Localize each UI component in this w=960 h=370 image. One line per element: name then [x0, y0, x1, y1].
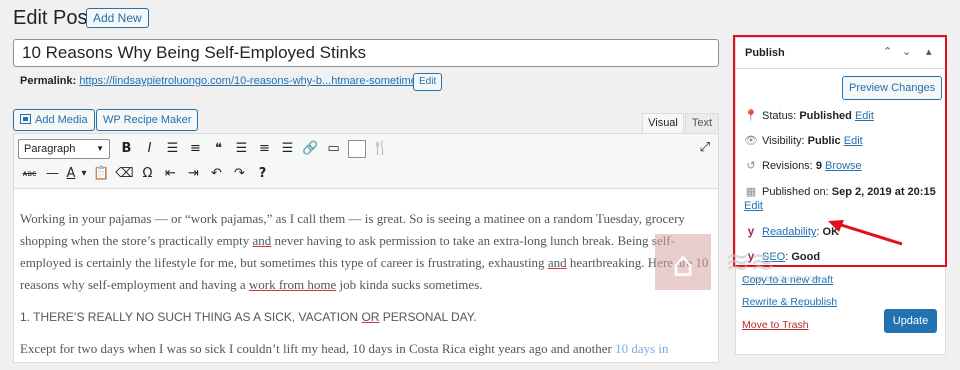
permalink-label: Permalink: [20, 75, 77, 87]
page-title: Edit Post [13, 7, 94, 29]
recipe-icon[interactable]: 🍴 [369, 138, 392, 160]
strikethrough-icon[interactable]: ᴀʙᴄ [18, 163, 41, 185]
clear-formatting-icon[interactable]: ⌫ [113, 163, 136, 185]
add-media-button[interactable]: Add Media [13, 109, 95, 131]
toolbar-row-1: Paragraph ▼ B I ☰ ≡ ❝ ☰ ≡ ☰ 🔗 ▭ 🍴 [18, 137, 392, 161]
align-right-icon[interactable]: ☰ [276, 138, 299, 160]
horizontal-line-icon[interactable]: — [41, 163, 64, 185]
bullet-list-icon[interactable]: ☰ [161, 138, 184, 160]
update-button[interactable]: Update [884, 309, 937, 333]
paste-text-icon[interactable]: 📋 [90, 163, 113, 185]
insert-link-icon[interactable]: 🔗 [299, 138, 322, 160]
permalink: Permalink: https://lindsaypietroluongo.c… [20, 75, 425, 87]
chevron-down-icon: ▼ [96, 144, 104, 153]
italic-icon[interactable]: I [138, 138, 161, 160]
wp-recipe-maker-button[interactable]: WP Recipe Maker [96, 109, 199, 131]
special-character-icon[interactable]: Ω [136, 163, 159, 185]
bold-icon[interactable]: B [115, 138, 138, 160]
content-link[interactable]: 10 days in [615, 341, 668, 356]
paragraph: Except for two days when I was so sick I… [20, 341, 669, 356]
indent-icon[interactable]: ⇥ [182, 163, 205, 185]
rewrite-republish-link[interactable]: Rewrite & Republish [742, 296, 837, 308]
align-center-icon[interactable]: ≡ [253, 138, 276, 160]
tab-text[interactable]: Text [685, 113, 719, 133]
paragraph: Working in your pajamas — or “work pajam… [20, 211, 709, 292]
editor-toolbar: Paragraph ▼ B I ☰ ≡ ❝ ☰ ≡ ☰ 🔗 ▭ 🍴 ᴀʙᴄ — A ▾ 📋 ⌫ Ω ⇤ ⇥ ↶ ↷? ⤢ [14, 134, 718, 189]
post-title-input[interactable]: 10 Reasons Why Being Self-Employed Stink… [13, 39, 719, 67]
add-new-button[interactable]: Add New [86, 8, 149, 28]
media-icon [20, 114, 31, 124]
text-color-icon[interactable]: A [64, 163, 78, 185]
content-editor[interactable]: Paragraph ▼ B I ☰ ≡ ❝ ☰ ≡ ☰ 🔗 ▭ 🍴 ᴀʙᴄ — A ▾ 📋 ⌫ Ω ⇤ ⇥ ↶ ↷? ⤢… [13, 133, 719, 363]
post-content[interactable]: Working in your pajamas — or “work pajam… [20, 208, 710, 370]
blockquote-icon[interactable]: ❝ [207, 138, 230, 160]
text-color-caret-icon[interactable]: ▾ [78, 163, 90, 185]
outdent-icon[interactable]: ⇤ [159, 163, 182, 185]
permalink-url-link[interactable]: https://lindsaypietroluongo.com/10-reaso… [79, 75, 425, 87]
move-to-trash-link[interactable]: Move to Trash [742, 319, 809, 331]
toolbar-row-2: ᴀʙᴄ — A ▾ 📋 ⌫ Ω ⇤ ⇥ ↶ ↷? [18, 162, 274, 186]
section-heading: 1. THERE’S REALLY NO SUCH THING AS A SIC… [20, 310, 477, 324]
permalink-edit-button[interactable]: Edit [413, 73, 443, 91]
arrow-icon [828, 220, 903, 246]
read-more-icon[interactable]: ▭ [322, 138, 345, 160]
align-left-icon[interactable]: ☰ [230, 138, 253, 160]
help-icon[interactable]: ? [251, 163, 274, 185]
toolbar-toggle-icon[interactable] [348, 140, 366, 158]
format-select[interactable]: Paragraph ▼ [18, 139, 110, 159]
copy-to-draft-link[interactable]: Copy to a new draft [742, 274, 833, 286]
fullscreen-icon[interactable]: ⤢ [700, 140, 710, 155]
tab-visual[interactable]: Visual [642, 113, 684, 133]
format-select-value: Paragraph [24, 143, 76, 155]
redo-icon[interactable]: ↷ [228, 163, 251, 185]
numbered-list-icon[interactable]: ≡ [184, 138, 207, 160]
undo-icon[interactable]: ↶ [205, 163, 228, 185]
add-media-label: Add Media [35, 114, 88, 126]
